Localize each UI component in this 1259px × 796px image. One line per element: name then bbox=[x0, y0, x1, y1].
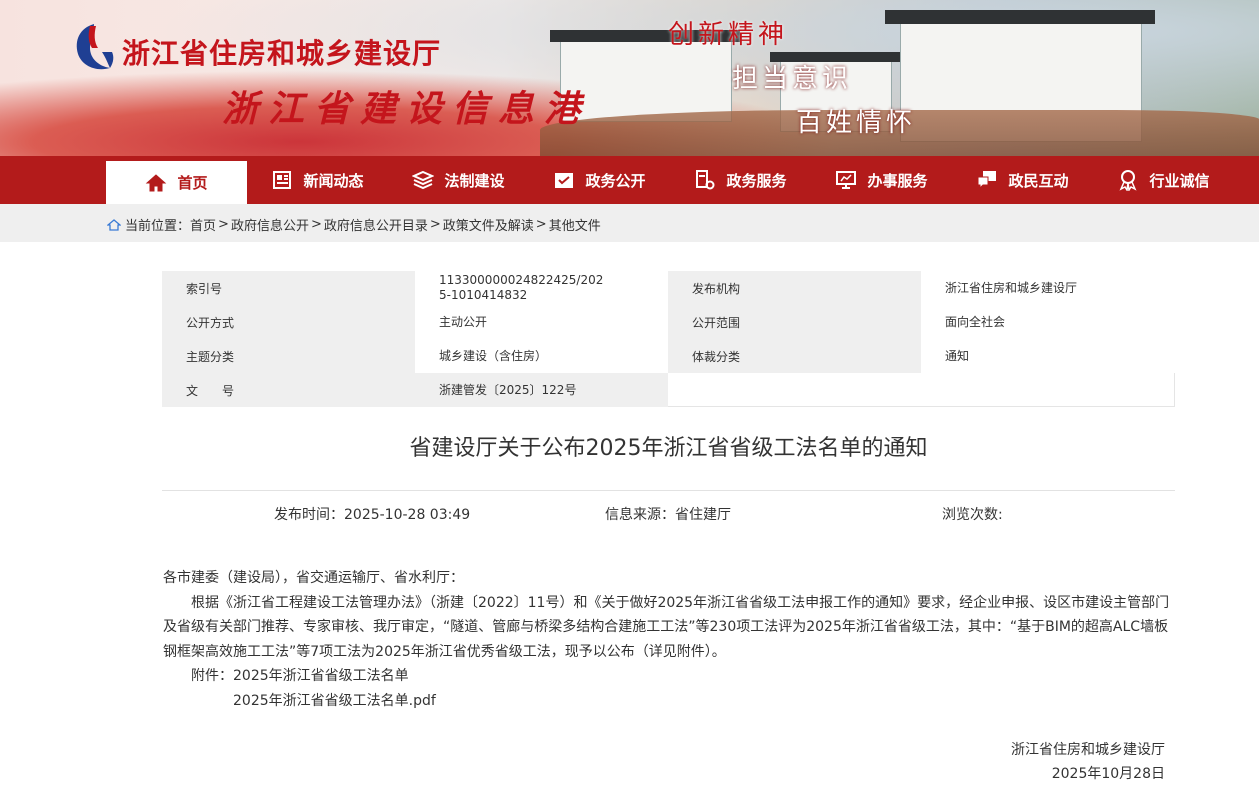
nav-item-label: 办事服务 bbox=[867, 171, 928, 190]
nav-item-label: 新闻动态 bbox=[303, 171, 364, 190]
attachment-row: 附件：2025年浙江省省级工法名单 bbox=[163, 664, 1175, 689]
nav-item-label: 政务服务 bbox=[726, 171, 787, 190]
attachment-label: 附件： bbox=[191, 668, 233, 684]
award-icon bbox=[1117, 169, 1139, 193]
meta-label-disclosure-scope: 公开范围 bbox=[668, 305, 921, 339]
nav-item-label: 首页 bbox=[177, 174, 208, 192]
location-home-icon bbox=[107, 218, 121, 231]
nav-item-home[interactable]: 首页 bbox=[106, 161, 247, 204]
nav-item-handling[interactable]: 办事服务 bbox=[811, 156, 952, 204]
document-gear-icon bbox=[694, 169, 716, 191]
meta-value-doc-no: 浙建管发〔2025〕122号 bbox=[415, 373, 668, 407]
meta-empty-cell bbox=[668, 373, 1175, 407]
slogan-3: 百姓情怀 bbox=[796, 108, 917, 138]
meta-label-publisher: 发布机构 bbox=[668, 271, 921, 305]
article-body: 各市建委（建设局），省交通运输厅、省水利厅： 根据《浙江省工程建设工法管理办法》… bbox=[163, 566, 1175, 713]
chat-icon bbox=[976, 169, 998, 191]
meta-value-topic: 城乡建设（含住房） bbox=[439, 348, 548, 363]
article-title: 省建设厅关于公布2025年浙江省省级工法名单的通知 bbox=[409, 436, 928, 461]
breadcrumb-other-docs[interactable]: 其他文件 bbox=[549, 215, 601, 234]
layers-icon bbox=[412, 169, 435, 191]
doc-meta-table: 索引号 113300000024822425/2025-1010414832 发… bbox=[162, 271, 1175, 407]
site-name: 浙江省建设信息港 bbox=[222, 88, 591, 130]
nav-item-gov-service[interactable]: 政务服务 bbox=[670, 156, 811, 204]
meta-value-disclosure-scope: 面向全社会 bbox=[945, 314, 1006, 329]
meta-label-disclosure-mode: 公开方式 bbox=[162, 305, 415, 339]
logo-icon bbox=[76, 24, 114, 70]
breadcrumb-gov-info-catalog[interactable]: 政府信息公开目录 bbox=[324, 215, 428, 234]
breadcrumb: 当前位置： 首页 > 政府信息公开 > 政府信息公开目录 > 政策文件及解读 > 其他文… bbox=[107, 215, 601, 234]
meta-value-publisher: 浙江省住房和城乡建设厅 bbox=[945, 280, 1078, 295]
banner-roof bbox=[885, 10, 1155, 24]
nav-item-legal[interactable]: 法制建设 bbox=[388, 156, 529, 204]
attachment-title: 2025年浙江省省级工法名单 bbox=[233, 668, 409, 684]
signature-org: 浙江省住房和城乡建设厅 bbox=[1011, 742, 1165, 758]
title-divider bbox=[162, 490, 1175, 491]
breadcrumb-bar: 当前位置： 首页 > 政府信息公开 > 政府信息公开目录 > 政策文件及解读 > 其他文… bbox=[0, 204, 1259, 242]
info-source: 信息来源：省住建厅 bbox=[605, 504, 731, 524]
slogan-2: 担当意识 bbox=[732, 64, 853, 94]
salutation: 各市建委（建设局），省交通运输厅、省水利厅： bbox=[163, 570, 464, 586]
open-affairs-icon bbox=[553, 169, 575, 191]
publish-time: 发布时间：2025-10-28 03:49 bbox=[274, 504, 470, 524]
org-name: 浙江省住房和城乡建设厅 bbox=[122, 37, 442, 70]
nav-item-open-affairs[interactable]: 政务公开 bbox=[529, 156, 670, 204]
nav-item-label: 行业诚信 bbox=[1149, 171, 1210, 190]
main-nav: 首页 新闻动态 法制建设 政务公开 政务服务 办事服务 政民互动 行业诚信 bbox=[0, 156, 1259, 204]
nav-item-interaction[interactable]: 政民互动 bbox=[952, 156, 1093, 204]
nav-item-label: 政务公开 bbox=[585, 171, 646, 190]
signature-date: 2025年10月28日 bbox=[1051, 766, 1165, 782]
home-icon bbox=[145, 172, 167, 194]
newspaper-icon bbox=[271, 169, 293, 191]
meta-value-genre: 通知 bbox=[945, 348, 970, 363]
publish-time-label: 发布时间： bbox=[274, 507, 344, 523]
meta-label-doc-no: 文 号 bbox=[162, 373, 415, 407]
breadcrumb-home[interactable]: 首页 bbox=[190, 215, 216, 234]
publish-time-value: 2025-10-28 03:49 bbox=[344, 507, 471, 523]
meta-label-genre: 体裁分类 bbox=[668, 339, 921, 373]
site-banner: 浙江省住房和城乡建设厅 浙江省建设信息港 创新精神 担当意识 百姓情怀 bbox=[0, 0, 1259, 156]
breadcrumb-policy-docs[interactable]: 政策文件及解读 bbox=[443, 215, 534, 234]
nav-item-integrity[interactable]: 行业诚信 bbox=[1093, 156, 1234, 204]
source-value: 省住建厅 bbox=[675, 507, 731, 523]
slogan-1: 创新精神 bbox=[668, 20, 789, 50]
meta-value-index: 113300000024822425/2025-1010414832 bbox=[439, 273, 604, 302]
attachment-file-link[interactable]: 2025年浙江省省级工法名单.pdf bbox=[163, 689, 1175, 714]
view-count: 浏览次数: bbox=[942, 504, 1003, 524]
nav-item-label: 法制建设 bbox=[444, 171, 505, 190]
meta-value-disclosure-mode: 主动公开 bbox=[439, 314, 488, 329]
nav-item-label: 政民互动 bbox=[1008, 171, 1069, 190]
breadcrumb-gov-info[interactable]: 政府信息公开 bbox=[231, 215, 309, 234]
meta-label-topic: 主题分类 bbox=[162, 339, 415, 373]
meta-label-index: 索引号 bbox=[162, 271, 415, 305]
breadcrumb-prefix: 当前位置： bbox=[125, 219, 191, 234]
nav-item-news[interactable]: 新闻动态 bbox=[247, 156, 388, 204]
source-label: 信息来源： bbox=[605, 507, 675, 523]
views-label: 浏览次数: bbox=[942, 507, 1003, 523]
article-paragraph: 根据《浙江省工程建设工法管理办法》（浙建〔2022〕11号）和《关于做好2025… bbox=[163, 594, 1170, 660]
presentation-icon bbox=[835, 169, 857, 191]
